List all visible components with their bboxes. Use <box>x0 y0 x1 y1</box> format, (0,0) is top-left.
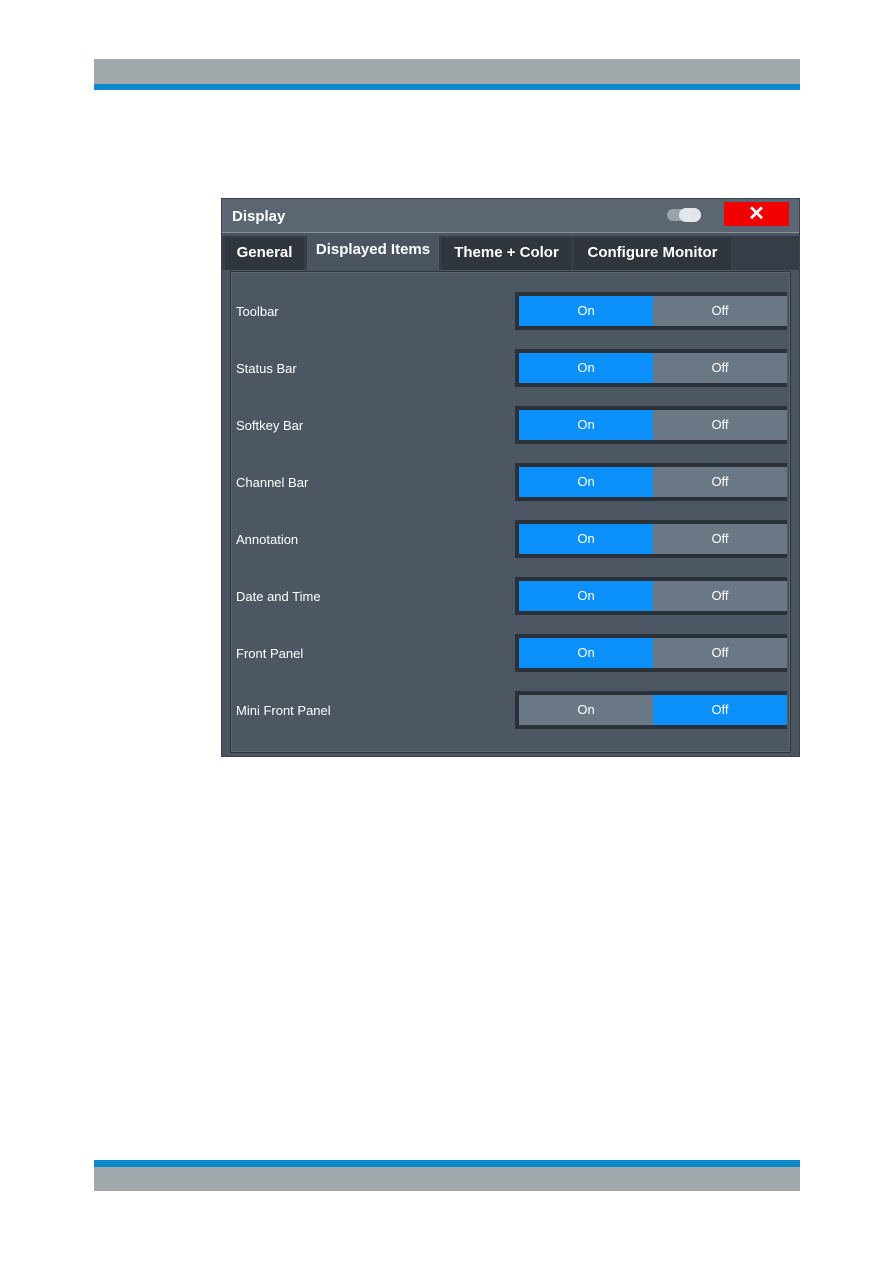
switch-front-panel: On Off <box>515 634 787 672</box>
dock-toggle-icon[interactable] <box>667 208 701 222</box>
tab-theme-color[interactable]: Theme + Color <box>442 238 571 270</box>
toolbar-on-button[interactable]: On <box>519 296 653 326</box>
mini-front-panel-off-button[interactable]: Off <box>653 695 787 725</box>
page-footer-rule <box>94 1160 800 1167</box>
switch-annotation: On Off <box>515 520 787 558</box>
label-toolbar: Toolbar <box>236 304 279 319</box>
toolbar-off-button[interactable]: Off <box>653 296 787 326</box>
label-mini-front-panel: Mini Front Panel <box>236 703 331 718</box>
dialog-title: Display <box>232 208 286 225</box>
label-status-bar: Status Bar <box>236 361 297 376</box>
status-bar-on-button[interactable]: On <box>519 353 653 383</box>
softkey-bar-on-button[interactable]: On <box>519 410 653 440</box>
date-and-time-on-button[interactable]: On <box>519 581 653 611</box>
mini-front-panel-on-button[interactable]: On <box>519 695 653 725</box>
front-panel-off-button[interactable]: Off <box>653 638 787 668</box>
label-channel-bar: Channel Bar <box>236 475 309 490</box>
label-annotation: Annotation <box>236 532 299 547</box>
annotation-on-button[interactable]: On <box>519 524 653 554</box>
tab-configure-monitor[interactable]: Configure Monitor <box>574 238 731 270</box>
dialog-titlebar: Display ✕ <box>222 199 799 233</box>
channel-bar-off-button[interactable]: Off <box>653 467 787 497</box>
tab-displayed-items[interactable]: Displayed Items <box>307 236 439 270</box>
display-dialog: Display ✕ General Displayed Items Theme … <box>221 198 800 757</box>
channel-bar-on-button[interactable]: On <box>519 467 653 497</box>
label-date-and-time: Date and Time <box>236 589 321 604</box>
switch-status-bar: On Off <box>515 349 787 387</box>
displayed-items-panel: Toolbar On Off Status Bar On Off Softkey Bar On… <box>230 271 791 753</box>
page-footer-bar <box>94 1167 800 1191</box>
switch-channel-bar: On Off <box>515 463 787 501</box>
close-button[interactable]: ✕ <box>724 202 789 226</box>
switch-toolbar: On Off <box>515 292 787 330</box>
label-front-panel: Front Panel <box>236 646 304 661</box>
switch-date-and-time: On Off <box>515 577 787 615</box>
tab-general[interactable]: General <box>225 238 304 270</box>
switch-mini-front-panel: On Off <box>515 691 787 729</box>
page-header-bar <box>94 59 800 84</box>
switch-softkey-bar: On Off <box>515 406 787 444</box>
page-header-rule <box>94 84 800 90</box>
tab-bar: General Displayed Items Theme + Color Co… <box>222 236 799 270</box>
softkey-bar-off-button[interactable]: Off <box>653 410 787 440</box>
dock-toggle-knob <box>679 208 701 222</box>
annotation-off-button[interactable]: Off <box>653 524 787 554</box>
date-and-time-off-button[interactable]: Off <box>653 581 787 611</box>
status-bar-off-button[interactable]: Off <box>653 353 787 383</box>
front-panel-on-button[interactable]: On <box>519 638 653 668</box>
label-softkey-bar: Softkey Bar <box>236 418 304 433</box>
close-icon: ✕ <box>748 203 765 225</box>
